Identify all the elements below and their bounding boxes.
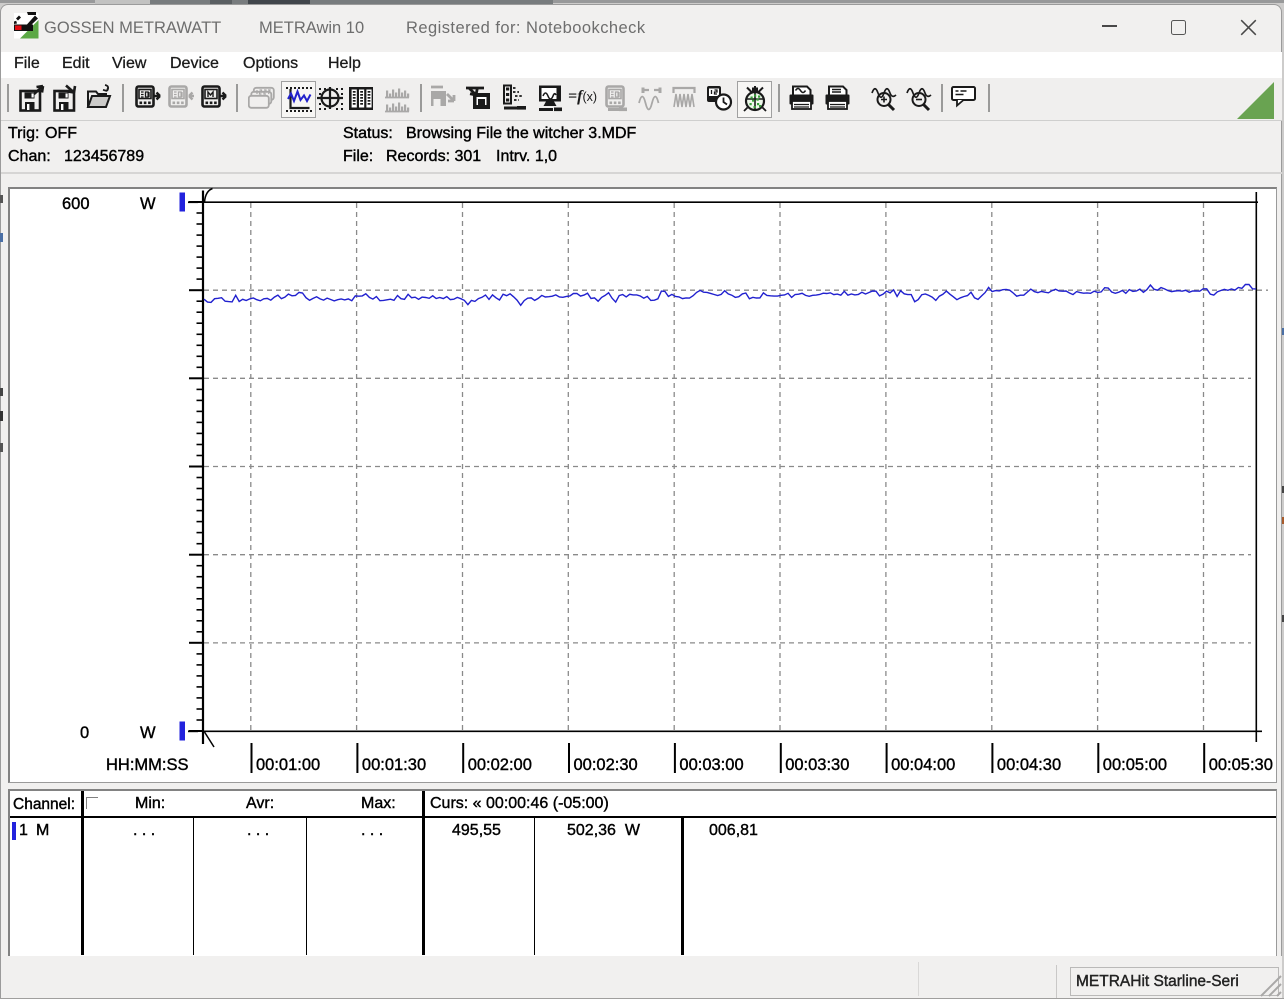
- svg-text:HH:MM:SS: HH:MM:SS: [106, 756, 189, 774]
- svg-text:00:04:00: 00:04:00: [891, 756, 955, 774]
- svg-text:00:05:30: 00:05:30: [1209, 756, 1273, 774]
- svg-text:W: W: [140, 195, 156, 213]
- svg-text:00:03:30: 00:03:30: [785, 756, 849, 774]
- svg-text:00:01:00: 00:01:00: [256, 756, 320, 774]
- svg-text:00:04:30: 00:04:30: [997, 756, 1061, 774]
- svg-text:00:03:00: 00:03:00: [679, 756, 743, 774]
- svg-text:00:01:30: 00:01:30: [362, 756, 426, 774]
- svg-text:W: W: [140, 724, 156, 742]
- svg-text:0: 0: [80, 724, 89, 742]
- svg-text:600: 600: [62, 195, 90, 213]
- svg-text:00:05:00: 00:05:00: [1103, 756, 1167, 774]
- svg-text:00:02:00: 00:02:00: [468, 756, 532, 774]
- svg-text:00:02:30: 00:02:30: [574, 756, 638, 774]
